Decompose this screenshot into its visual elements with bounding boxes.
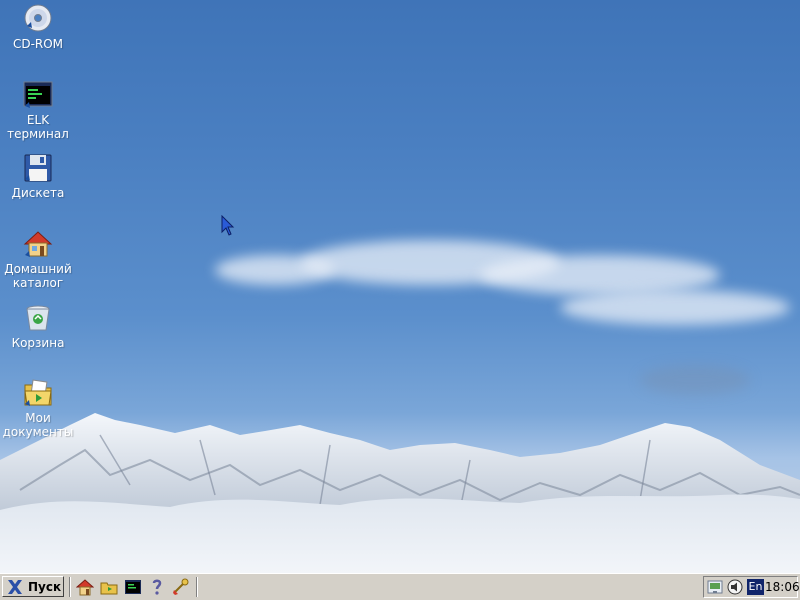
system-tray: En 18:06 <box>703 576 800 598</box>
desktop-icon-cdrom[interactable]: CD-ROM <box>0 3 76 51</box>
start-button[interactable]: Пуск <box>2 576 64 597</box>
desktop[interactable]: CD-ROM ELK терминал Дискета Домашний кат… <box>0 0 800 573</box>
network-icon[interactable] <box>707 579 723 595</box>
desktop-icon-label: терминал <box>7 127 69 141</box>
quicklaunch-home-icon[interactable] <box>76 578 94 596</box>
desktop-icon-label: документы <box>2 425 74 439</box>
taskbar-separator <box>69 577 71 597</box>
quicklaunch-help-icon[interactable] <box>148 578 166 596</box>
volume-icon[interactable] <box>727 579 743 595</box>
desktop-icon-trash[interactable]: Корзина <box>0 302 76 350</box>
trash-icon <box>26 305 50 331</box>
taskbar: Пуск En 18:06 <box>0 573 800 600</box>
desktop-icon-label: Корзина <box>11 336 65 350</box>
quicklaunch-folder-icon[interactable] <box>100 578 118 596</box>
cloud <box>640 365 750 395</box>
desktop-icon-label: Домашний <box>4 262 72 276</box>
language-indicator[interactable]: En <box>747 579 764 595</box>
desktop-icon-elk-terminal[interactable]: ELK терминал <box>0 79 76 141</box>
desktop-icon-floppy[interactable]: Дискета <box>0 152 76 200</box>
clock[interactable]: 18:06 <box>765 579 800 595</box>
desktop-icon-label: Мои <box>25 411 51 425</box>
desktop-icon-label: ELK <box>26 113 50 127</box>
desktop-icon-home[interactable]: Домашний каталог <box>0 228 76 290</box>
start-button-label: Пуск <box>28 579 62 594</box>
documents-icon <box>24 379 52 406</box>
desktop-icon-my-documents[interactable]: Мои документы <box>0 377 76 439</box>
x-logo-icon <box>8 579 22 594</box>
cloud <box>560 290 790 325</box>
terminal-icon <box>23 81 53 108</box>
quicklaunch-terminal-icon[interactable] <box>124 578 142 596</box>
cdrom-icon <box>24 4 52 32</box>
quicklaunch-settings-icon[interactable] <box>172 578 190 596</box>
mouse-pointer-icon <box>221 215 235 236</box>
home-icon <box>23 231 53 257</box>
cloud <box>480 255 720 295</box>
desktop-icon-label: CD-ROM <box>12 37 64 51</box>
taskbar-separator <box>196 577 198 597</box>
desktop-icon-label: каталог <box>12 276 64 290</box>
desktop-icon-label: Дискета <box>11 186 65 200</box>
mountain-range-wallpaper <box>0 413 800 573</box>
floppy-icon <box>24 154 52 182</box>
